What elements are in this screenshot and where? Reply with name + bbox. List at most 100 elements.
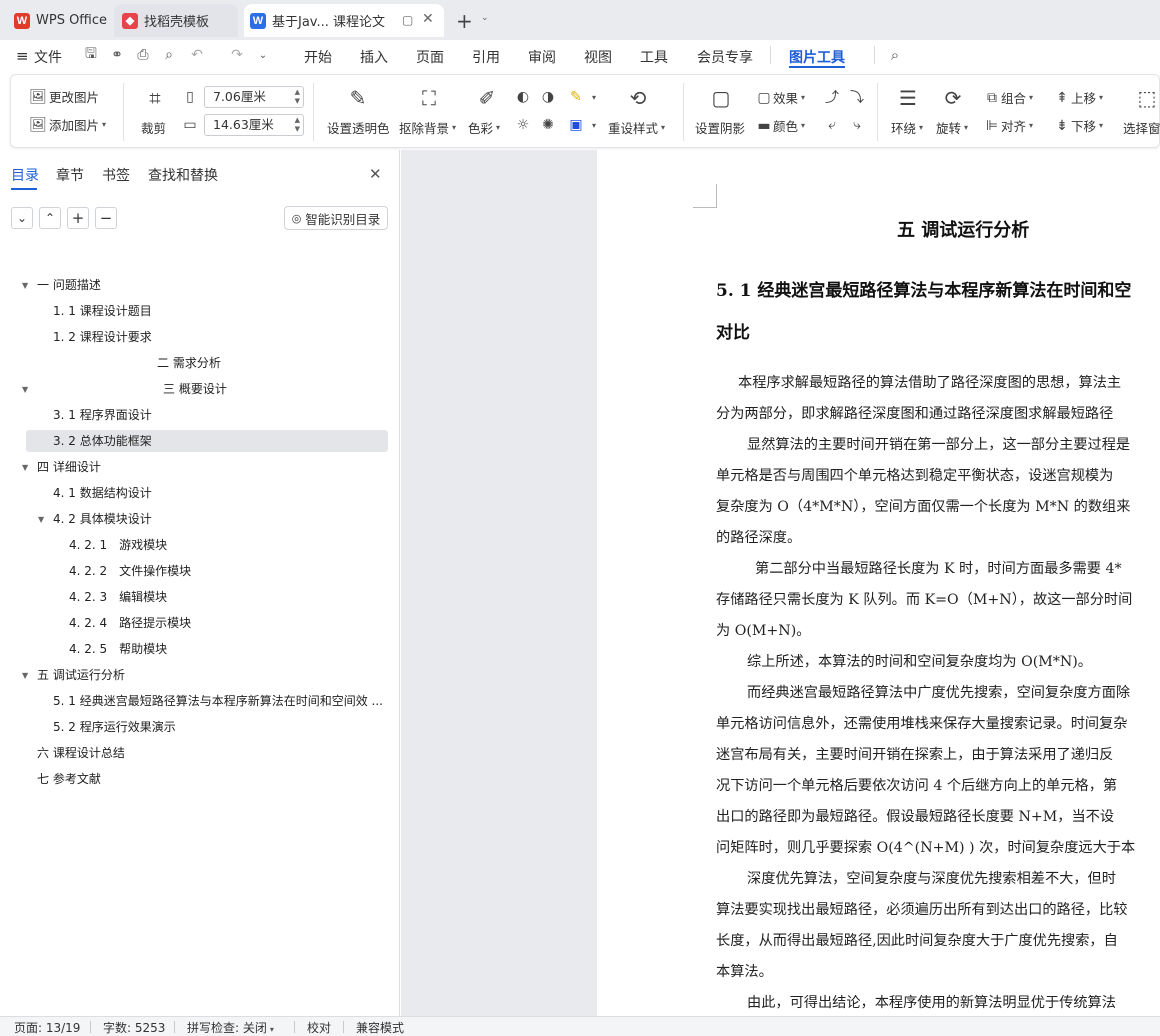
menu-page[interactable]: 页面 <box>416 47 444 67</box>
color-tone-icon[interactable]: ✐ <box>474 85 500 111</box>
close-tab-icon[interactable]: ✕ <box>422 11 434 27</box>
set-shadow-icon[interactable]: ▢ <box>708 85 734 111</box>
send-down-button[interactable]: ⇟下移▾ <box>1053 116 1103 135</box>
align-button[interactable]: ⊫对齐▾ <box>983 116 1033 135</box>
remove-bg-button[interactable]: 抠除背景▾ <box>399 118 456 137</box>
toc-item[interactable]: 四 详细设计 <box>37 456 101 478</box>
highlight-color-icon[interactable]: ✎ <box>567 88 585 106</box>
tab-find-replace[interactable]: 查找和替换 <box>148 165 218 185</box>
redo-icon[interactable]: ↷ <box>228 46 246 64</box>
toc-item[interactable]: 二 需求分析 <box>157 352 221 374</box>
wrap-button[interactable]: 环绕▾ <box>891 118 923 137</box>
save-icon[interactable]: 🖫 <box>82 46 100 64</box>
reset-style-button[interactable]: 重设样式▾ <box>608 118 665 137</box>
more-chevron-icon[interactable]: ⌄ <box>254 46 272 64</box>
crop-button[interactable]: 裁剪 <box>141 118 166 137</box>
toc-item[interactable]: 4. 2. 4 路径提示模块 <box>69 612 191 634</box>
set-shadow-button[interactable]: 设置阴影 <box>695 118 745 137</box>
file-menu[interactable]: 文件 <box>34 47 62 67</box>
toc-item[interactable]: 4. 2. 1 游戏模块 <box>69 534 167 556</box>
link-icon[interactable]: ⚭ <box>108 46 126 64</box>
toc-item[interactable]: 3. 1 程序界面设计 <box>53 404 152 426</box>
rotate-button[interactable]: 旋转▾ <box>936 118 968 137</box>
toc-item[interactable]: 4. 1 数据结构设计 <box>53 482 152 504</box>
menu-tools[interactable]: 工具 <box>640 47 668 67</box>
brightness-icon[interactable]: ☼ <box>514 116 532 134</box>
toc-item[interactable]: 三 概要设计 <box>163 378 227 400</box>
toc-item[interactable]: 4. 2. 2 文件操作模块 <box>69 560 191 582</box>
smart-toc-button[interactable]: ◎ 智能识别目录 <box>284 206 388 230</box>
toc-item[interactable]: 一 问题描述 <box>37 274 101 296</box>
toc-item[interactable]: 七 参考文献 <box>37 768 101 790</box>
shadow-up-icon[interactable]: ⤴ <box>823 88 841 106</box>
set-transparent-button[interactable]: 设置透明色 <box>327 118 390 137</box>
chevron-up-icon[interactable]: ⌃ <box>39 207 61 229</box>
width-input[interactable]: 7.06厘米 ▲▼ <box>204 86 304 108</box>
document-page[interactable]: 五 调试运行分析 5. 1 经典迷宫最短路径算法与本程序新算法在时间和空 对比 … <box>597 150 1160 1016</box>
expand-triangle-icon[interactable]: ▼ <box>38 515 44 524</box>
tab-list-chevron-icon[interactable]: ⌄ <box>481 13 489 23</box>
shadow-down-icon[interactable]: ⤵ <box>848 88 866 106</box>
caret-icon[interactable]: ▾ <box>592 121 596 130</box>
toc-item[interactable]: 1. 1 课程设计题目 <box>53 300 152 322</box>
toc-item[interactable]: 六 课程设计总结 <box>37 742 125 764</box>
menu-references[interactable]: 引用 <box>472 47 500 67</box>
sharpen-icon[interactable]: ✺ <box>539 116 557 134</box>
toc-item[interactable]: 4. 2 具体模块设计 <box>53 508 152 530</box>
border-color-icon[interactable]: ▣ <box>567 116 585 134</box>
toc-item[interactable]: 4. 2. 3 编辑模块 <box>69 586 167 608</box>
reset-style-icon[interactable]: ⟲ <box>625 85 651 111</box>
rotate-icon[interactable]: ⟳ <box>940 85 966 111</box>
expand-triangle-icon[interactable]: ▼ <box>22 385 28 394</box>
expand-triangle-icon[interactable]: ▼ <box>22 671 28 680</box>
wrap-icon[interactable]: ☰ <box>895 85 921 111</box>
crop-icon[interactable]: ⌗ <box>142 85 168 111</box>
bring-up-button[interactable]: ⇞上移▾ <box>1053 88 1103 107</box>
tab-toc[interactable]: 目录 <box>11 165 39 185</box>
spell-check-toggle[interactable]: 拼写检查: 关闭▾ <box>187 1019 274 1036</box>
tab-bookmarks[interactable]: 书签 <box>102 165 130 185</box>
group-button[interactable]: ⧉组合▾ <box>983 88 1033 107</box>
toc-item-selected[interactable]: 3. 2 总体功能框架 <box>26 430 388 452</box>
tab-document[interactable]: W 基于Jav... 课程论文 ▢ ✕ <box>244 4 444 37</box>
toc-item[interactable]: 1. 2 课程设计要求 <box>53 326 152 348</box>
menu-insert[interactable]: 插入 <box>360 47 388 67</box>
page-indicator[interactable]: 页面: 13/19 <box>14 1019 80 1036</box>
spinner-arrows-icon[interactable]: ▲▼ <box>295 88 300 106</box>
expand-triangle-icon[interactable]: ▼ <box>22 463 28 472</box>
collapse-all-chevron-down-icon[interactable]: ⌄ <box>11 207 33 229</box>
proofread-button[interactable]: 校对 <box>307 1019 331 1036</box>
search-icon[interactable]: ⌕ <box>886 46 904 64</box>
menu-view[interactable]: 视图 <box>584 47 612 67</box>
color-button[interactable]: ▬颜色▾ <box>755 116 805 135</box>
menu-home[interactable]: 开始 <box>304 47 332 67</box>
menu-review[interactable]: 审阅 <box>528 47 556 67</box>
expand-triangle-icon[interactable]: ▼ <box>22 281 28 290</box>
tab-wps-office[interactable]: W WPS Office <box>14 4 107 37</box>
brightness-up-icon[interactable]: ◐ <box>514 88 532 106</box>
toc-item[interactable]: 五 调试运行分析 <box>37 664 125 686</box>
menu-picture-tools[interactable]: 图片工具 <box>789 47 845 67</box>
spinner-arrows-icon[interactable]: ▲▼ <box>295 116 300 134</box>
select-pane-button[interactable]: 选择窗 <box>1123 118 1160 137</box>
toc-item[interactable]: 5. 2 程序运行效果演示 <box>53 716 176 738</box>
remove-bg-icon[interactable]: ⛶ <box>416 85 442 111</box>
toc-item[interactable]: 5. 1 经典迷宫最短路径算法与本程序新算法在时间和空间效 ... <box>53 690 383 712</box>
tab-chapters[interactable]: 章节 <box>56 165 84 185</box>
add-image-button[interactable]: 🖼添加图片▾ <box>29 115 106 134</box>
add-heading-plus-icon[interactable]: + <box>67 207 89 229</box>
new-tab-plus-icon[interactable]: + <box>456 9 473 33</box>
print-icon[interactable]: ⎙ <box>134 46 152 64</box>
tab-template[interactable]: ◆ 找稻壳模板 <box>114 4 238 37</box>
height-input[interactable]: 14.63厘米 ▲▼ <box>204 114 304 136</box>
hamburger-icon[interactable]: ≡ <box>16 47 29 65</box>
change-image-button[interactable]: 🖼更改图片 <box>29 87 99 106</box>
remove-heading-minus-icon[interactable]: − <box>95 207 117 229</box>
menu-member[interactable]: 会员专享 <box>697 47 753 67</box>
effects-button[interactable]: ▢效果▾ <box>755 88 805 107</box>
close-pane-icon[interactable]: ✕ <box>369 165 382 183</box>
undo-icon[interactable]: ↶ <box>188 46 206 64</box>
word-count[interactable]: 字数: 5253 <box>103 1019 165 1036</box>
shadow-left-icon[interactable]: ⤶ <box>823 116 841 134</box>
set-transparent-icon[interactable]: ✎ <box>345 85 371 111</box>
